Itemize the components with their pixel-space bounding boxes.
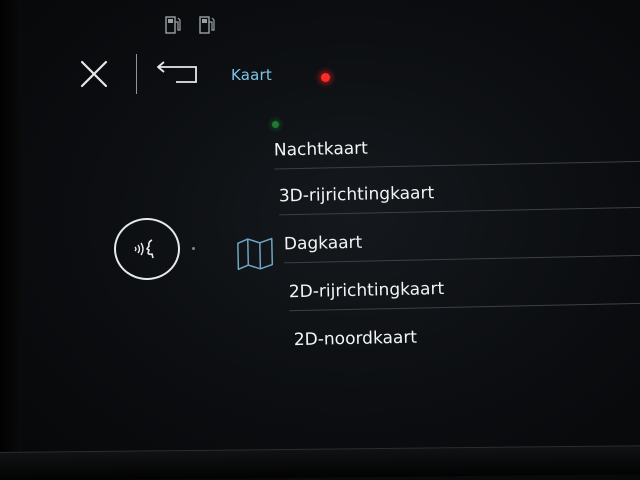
menu-item-label: 3D-rijrichtingkaart (278, 183, 435, 207)
map-icon (237, 237, 274, 271)
menu-item-label: 2D-rijrichtingkaart (288, 278, 445, 303)
menu-item-dagkaart[interactable]: Dagkaart (283, 221, 363, 267)
menu-item-nachtkaart[interactable]: Nachtkaart (273, 127, 368, 173)
menu-item-label: Nachtkaart (273, 138, 369, 161)
menu-item-2d-noordkaart[interactable]: 2D-noordkaart (293, 316, 418, 363)
screen-bezel-bottom (0, 445, 640, 480)
menu-item-label: Dagkaart (283, 232, 363, 255)
map-view-menu: Nachtkaart 3D-rijrichtingkaart Dagkaart … (0, 0, 640, 480)
screen-bezel-left (0, 0, 22, 480)
menu-item-label: 2D-noordkaart (293, 327, 418, 351)
infotainment-screen: Kaart Nachtkaart 3D-rijrichtingkaart Dag… (0, 0, 640, 480)
